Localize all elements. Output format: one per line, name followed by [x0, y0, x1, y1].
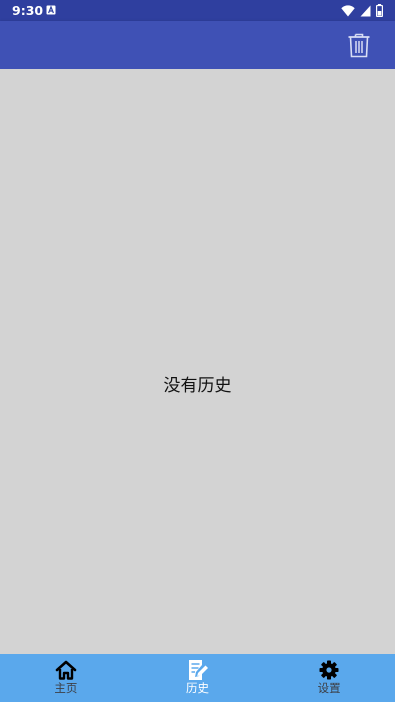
wifi-icon — [341, 4, 355, 16]
empty-history-message: 没有历史 — [163, 376, 232, 396]
nav-label-settings: 设置 — [317, 681, 341, 695]
cell-signal-icon — [360, 5, 371, 16]
home-icon — [55, 659, 77, 681]
bottom-navigation: 主页 历史 设置 — [0, 654, 395, 702]
a-notification-icon — [46, 5, 56, 15]
nav-label-home: 主页 — [54, 681, 78, 695]
nav-item-settings[interactable]: 设置 — [263, 654, 395, 702]
nav-item-home[interactable]: 主页 — [0, 654, 132, 702]
battery-icon — [376, 4, 383, 17]
history-note-icon — [187, 659, 209, 681]
history-list-area: 没有历史 — [0, 69, 395, 654]
trash-icon — [348, 33, 370, 58]
nav-item-history[interactable]: 历史 — [132, 654, 264, 702]
status-icons — [341, 3, 383, 18]
gear-icon — [318, 659, 340, 681]
nav-label-history: 历史 — [186, 681, 209, 695]
delete-history-button[interactable] — [341, 27, 377, 63]
status-time: 9:30 — [12, 3, 44, 18]
status-bar: 9:30 — [0, 0, 395, 21]
app-bar — [0, 21, 395, 69]
